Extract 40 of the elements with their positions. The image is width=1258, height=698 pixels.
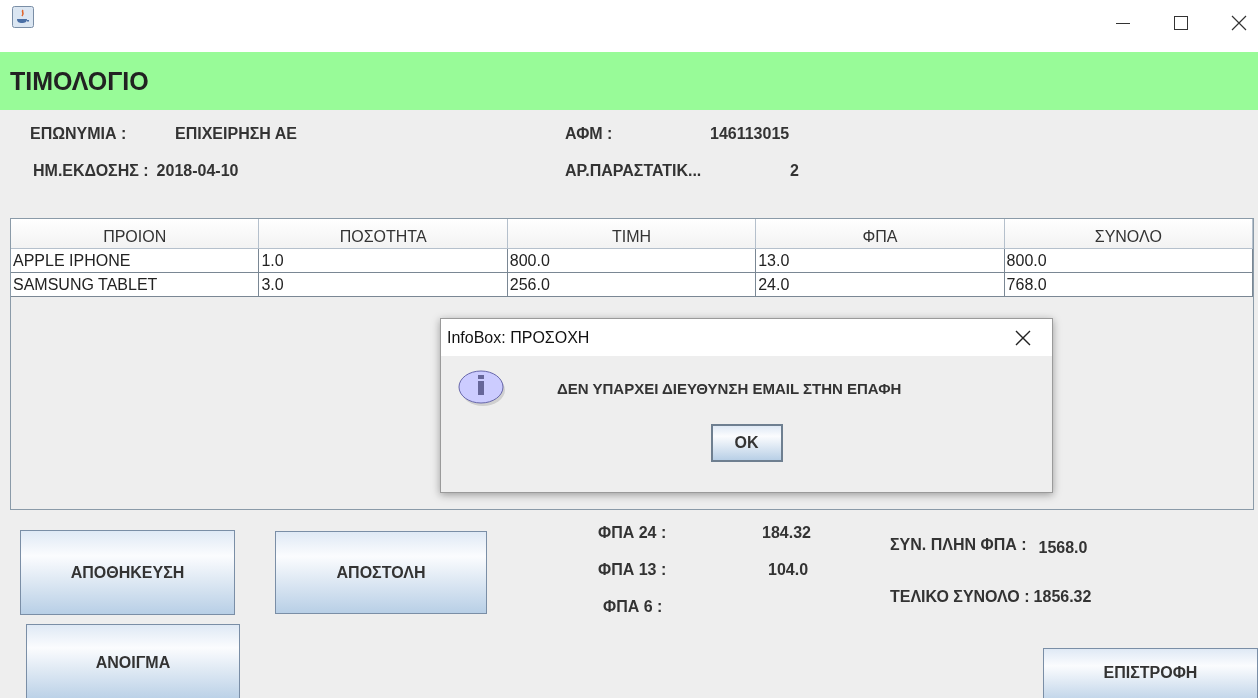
total-value: 1568.0	[1038, 539, 1088, 557]
vat-label: ΦΠΑ 24 :	[598, 524, 668, 542]
action-button[interactable]: ΑΠΟΣΤΟΛΗ	[275, 531, 487, 614]
action-button[interactable]: ΑΠΟΘΗΚΕΥΣΗ	[20, 530, 235, 615]
field-value: 2018-04-10	[156, 162, 239, 180]
ok-button[interactable]: OK	[710, 424, 783, 462]
table-cell: 256.0	[507, 273, 757, 297]
table-cell: 13.0	[756, 249, 1005, 273]
total-label: ΣΥΝ. ΠΛΗΝ ΦΠΑ :	[890, 536, 1027, 555]
total-value: 1856.32	[1033, 588, 1092, 606]
table-cell: 800.0	[507, 249, 757, 273]
table-cell: 3.0	[259, 273, 508, 297]
table-cell: 24.0	[756, 273, 1005, 297]
field-label: ΑΦΜ :	[565, 125, 614, 143]
close-icon[interactable]	[1230, 14, 1248, 32]
total-label: ΤΕΛΙΚΟ ΣΥΝΟΛΟ :	[890, 588, 1030, 606]
maximize-icon[interactable]	[1172, 14, 1190, 32]
java-app-icon	[12, 6, 34, 28]
table-cell: 768.0	[1004, 273, 1253, 297]
field-value: ΕΠΙΧΕΙΡΗΣΗ ΑΕ	[175, 125, 297, 143]
vat-value: 104.0	[767, 561, 810, 579]
vat-label: ΦΠΑ 6 :	[603, 598, 664, 616]
close-icon[interactable]	[1014, 328, 1032, 347]
field-value: 146113015	[710, 125, 790, 143]
field-label: ΑΡ.ΠΑΡΑΣΤΑΤΙΚ...	[565, 162, 703, 180]
vat-value: 184.32	[762, 524, 812, 542]
table-cell: APPLE IPHONE	[11, 249, 260, 273]
field-value: 2	[790, 162, 799, 180]
dialog-title: InfoBox: ΠΡΟΣΟΧΗ	[447, 328, 590, 347]
field-label: ΕΠΩΝΥΜΙΑ :	[30, 125, 128, 143]
dialog-message: ΔΕΝ ΥΠΑΡΧΕΙ ΔΙΕΥΘΥΝΣΗ EMAIL ΣΤΗΝ ΕΠΑΦΗ	[557, 379, 902, 397]
invoice-title: ΤΙΜΟΛΟΓΙΟ	[10, 66, 149, 96]
action-button[interactable]: ΑΝΟΙΓΜΑ	[26, 624, 240, 698]
table-cell: SAMSUNG TABLET	[11, 273, 260, 297]
return-button[interactable]: ΕΠΙΣΤΡΟΦΗ	[1043, 648, 1258, 698]
field-label: ΗΜ.ΕΚΔΟΣΗΣ :	[33, 162, 149, 180]
vat-label: ΦΠΑ 13 :	[598, 561, 668, 579]
info-icon	[457, 368, 507, 408]
table-cell: 1.0	[259, 249, 508, 273]
table-cell: 800.0	[1004, 249, 1253, 273]
